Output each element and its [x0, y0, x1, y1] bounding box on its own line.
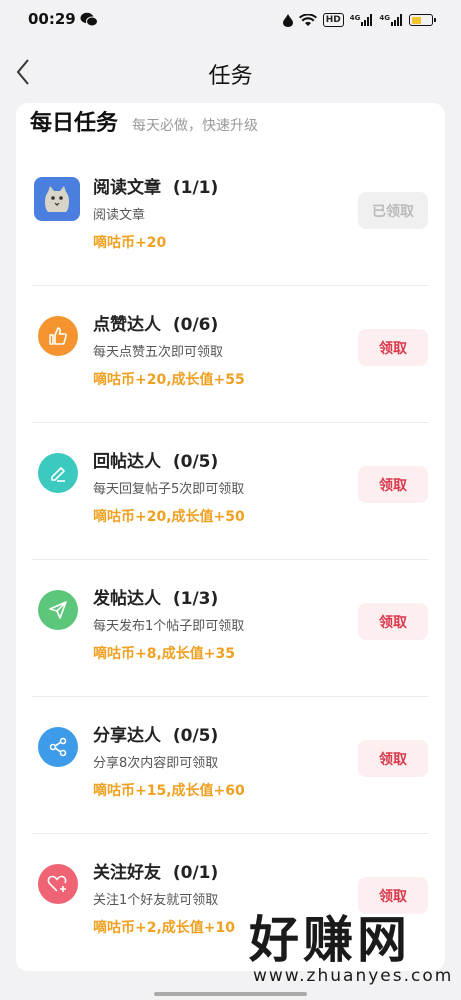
task-desc: 阅读文章: [93, 208, 146, 223]
drop-icon: [282, 13, 293, 27]
task-posts: 发帖达人 (1/3) 每天发布1个帖子即可领取 嘀咕币+8,成长值+35 领取: [16, 560, 445, 697]
section-header: 每日任务 每天必做，快速升级: [30, 105, 258, 137]
task-title-text: 阅读文章: [93, 178, 161, 198]
task-read-article: 阅读文章 (1/1) 阅读文章 嘀咕币+20 已领取: [16, 149, 445, 286]
task-reward: 嘀咕币+2,成长值+10: [93, 920, 236, 936]
signal-1: 4G: [350, 14, 374, 26]
task-reward: 嘀咕币+8,成长值+35: [93, 646, 236, 662]
task-reward: 嘀咕币+15,成长值+60: [93, 783, 245, 799]
task-reward: 嘀咕币+20,成长值+55: [93, 372, 245, 388]
wechat-icon: [80, 12, 98, 27]
task-progress: (0/6): [172, 315, 219, 335]
watermark-text: 好赚网: [249, 911, 411, 969]
task-desc: 关注1个好友就可领取: [93, 893, 219, 908]
task-desc: 每天点赞五次即可领取: [93, 345, 224, 360]
task-progress: (0/1): [172, 863, 219, 883]
battery-icon: [409, 14, 436, 26]
task-likes: 点赞达人 (0/6) 每天点赞五次即可领取 嘀咕币+20,成长值+55 领取: [16, 286, 445, 423]
task-reward: 嘀咕币+20,成长值+50: [93, 509, 245, 525]
task-title-text: 关注好友: [93, 863, 161, 883]
signal-bars-icon: [391, 14, 402, 26]
status-icons: HD 4G 4G: [282, 11, 436, 29]
task-progress: (1/1): [172, 178, 219, 198]
task-desc: 分享8次内容即可领取: [93, 756, 219, 771]
task-desc: 每天回复帖子5次即可领取: [93, 482, 245, 497]
task-title: 点赞达人 (0/6): [93, 310, 218, 335]
section-title: 每日任务: [30, 111, 119, 136]
thumbs-up-icon: [38, 316, 78, 356]
page-title: 任务: [208, 64, 253, 89]
net-label-2: 4G: [379, 14, 390, 22]
share-icon: [38, 727, 78, 767]
task-title: 关注好友 (0/1): [93, 858, 218, 883]
task-progress: (0/5): [172, 726, 219, 746]
task-progress: (1/3): [172, 589, 219, 609]
section-subtitle: 每天必做，快速升级: [132, 118, 259, 134]
task-title-text: 发帖达人: [93, 589, 161, 609]
task-title: 回帖达人 (0/5): [93, 447, 218, 472]
task-title-text: 回帖达人: [93, 452, 161, 472]
task-progress: (0/5): [172, 452, 219, 472]
task-title-text: 点赞达人: [93, 315, 161, 335]
task-shares: 分享达人 (0/5) 分享8次内容即可领取 嘀咕币+15,成长值+60 领取: [16, 697, 445, 834]
task-title: 阅读文章 (1/1): [93, 173, 218, 198]
status-time: 00:29: [28, 10, 76, 28]
status-bar: 00:29 HD 4G 4G: [0, 0, 461, 40]
watermark: 好赚网 www.zhuanyes.com: [249, 911, 454, 990]
pencil-icon: [38, 453, 78, 493]
task-replies: 回帖达人 (0/5) 每天回复帖子5次即可领取 嘀咕币+20,成长值+50 领取: [16, 423, 445, 560]
task-desc: 每天发布1个帖子即可领取: [93, 619, 245, 634]
header: 任务: [0, 48, 461, 98]
claim-button[interactable]: 领取: [358, 329, 428, 366]
heart-plus-icon: [38, 864, 78, 904]
task-reward: 嘀咕币+20: [93, 235, 167, 251]
paper-plane-icon: [38, 590, 78, 630]
claim-button[interactable]: 领取: [358, 877, 428, 914]
task-title: 发帖达人 (1/3): [93, 584, 218, 609]
net-label-1: 4G: [349, 14, 361, 22]
watermark-url: www.zhuanyes.com: [253, 966, 454, 986]
claimed-button[interactable]: 已领取: [358, 192, 428, 229]
cat-avatar-icon: [34, 177, 80, 221]
claim-button[interactable]: 领取: [358, 466, 428, 503]
task-title-text: 分享达人: [93, 726, 161, 746]
claim-button[interactable]: 领取: [358, 603, 428, 640]
signal-2: 4G: [379, 14, 403, 26]
battery-fill: [411, 16, 421, 24]
claim-button[interactable]: 领取: [358, 740, 428, 777]
home-indicator[interactable]: [154, 992, 307, 996]
hd-badge: HD: [322, 13, 344, 27]
task-title: 分享达人 (0/5): [93, 721, 218, 746]
signal-bars-icon: [361, 14, 373, 26]
daily-tasks-card: 每日任务 每天必做，快速升级 阅读文章 (1/1) 阅读文章 嘀咕币+20 已领…: [16, 103, 445, 971]
wifi-icon: [298, 13, 317, 26]
